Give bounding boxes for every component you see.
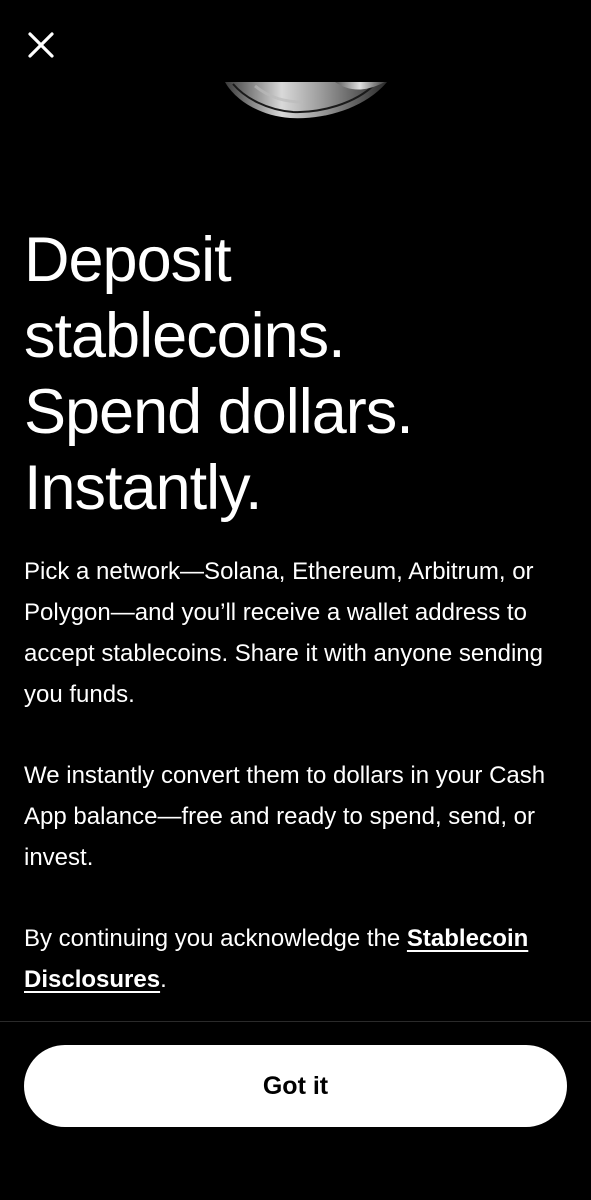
- divider: [0, 1021, 591, 1022]
- close-icon: [28, 32, 54, 58]
- got-it-button[interactable]: Got it: [24, 1045, 567, 1127]
- disclaimer-text: By continuing you acknowledge the Stable…: [24, 918, 569, 1000]
- disclaimer-suffix: .: [160, 966, 167, 993]
- network-description: Pick a network—Solana, Ethereum, Arbitru…: [24, 558, 543, 708]
- headline-line-1: Deposit: [24, 225, 232, 295]
- headline-line-3: Spend dollars.: [24, 377, 414, 447]
- close-button[interactable]: [18, 22, 64, 68]
- page-title: Deposit stablecoins. Spend dollars. Inst…: [24, 222, 569, 526]
- disclaimer-prefix: By continuing you acknowledge the: [24, 925, 407, 952]
- headline-line-4: Instantly.: [24, 453, 262, 523]
- coin-illustration: [225, 82, 387, 119]
- headline-line-2: stablecoins.: [24, 301, 346, 371]
- conversion-description: We instantly convert them to dollars in …: [24, 762, 546, 871]
